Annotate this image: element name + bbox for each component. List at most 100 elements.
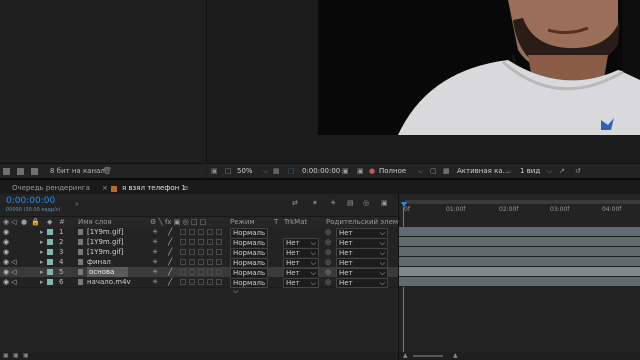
- frame-blending-icon[interactable]: ▤: [347, 199, 354, 207]
- expand-arrow-icon[interactable]: ▸: [40, 227, 44, 237]
- layer-duration-bar[interactable]: [399, 227, 640, 237]
- layer-duration-bar[interactable]: [399, 247, 640, 257]
- pickwhip-icon[interactable]: ◎: [325, 277, 331, 287]
- eye-icon[interactable]: ◉: [3, 227, 9, 237]
- quality-switch-icon[interactable]: ╱: [168, 237, 172, 247]
- eye-icon[interactable]: ◉: [3, 267, 9, 277]
- layer-name[interactable]: [1Y9m.gif]: [87, 247, 124, 257]
- reset-exposure-icon[interactable]: ↺: [575, 166, 581, 177]
- trkmat-dropdown[interactable]: Нет ⌵: [283, 278, 319, 288]
- quality-switch-icon[interactable]: ╱: [168, 257, 172, 267]
- eye-icon[interactable]: ◉: [3, 257, 9, 267]
- eye-icon[interactable]: ◉: [3, 247, 9, 257]
- label-color[interactable]: [47, 249, 53, 255]
- quality-switch-icon[interactable]: ╱: [168, 267, 172, 277]
- mode-header[interactable]: Режим: [230, 217, 255, 227]
- time-ruler[interactable]: 0f 01:00f 02:00f 03:00f 04:00f: [399, 206, 640, 216]
- draft-3d-icon[interactable]: ✶: [312, 199, 318, 207]
- 3d-switch[interactable]: [216, 229, 222, 235]
- expand-arrow-icon[interactable]: ▸: [40, 237, 44, 247]
- eye-icon[interactable]: ◉: [3, 237, 9, 247]
- work-area-bar[interactable]: [405, 200, 640, 204]
- 3d-switch[interactable]: [216, 259, 222, 265]
- label-color[interactable]: [47, 279, 53, 285]
- snapshot-icon[interactable]: ▣: [342, 166, 349, 177]
- shy-switch-icon[interactable]: ☀: [152, 227, 158, 237]
- layer-name-header[interactable]: Имя слоя: [78, 217, 112, 227]
- shy-switch-icon[interactable]: ☀: [152, 257, 158, 267]
- layer-switches-toggle-icon[interactable]: ▣: [3, 352, 9, 359]
- always-preview-icon[interactable]: ▣: [211, 166, 218, 177]
- tab-menu-icon[interactable]: ≡: [183, 183, 189, 194]
- zoom-slider-bar[interactable]: ▲ ▲: [399, 352, 640, 360]
- pickwhip-icon[interactable]: ◎: [325, 237, 331, 247]
- current-time-display[interactable]: 0:00:00:00: [6, 196, 55, 206]
- region-of-interest-icon[interactable]: ⬚: [288, 166, 295, 177]
- fx-switch[interactable]: [180, 279, 186, 285]
- camera-dropdown[interactable]: Активная ка...: [457, 166, 509, 177]
- expand-arrow-icon[interactable]: ▸: [40, 247, 44, 257]
- tab-composition[interactable]: я взял телефон 1: [122, 183, 186, 194]
- layer-duration-bar[interactable]: [399, 237, 640, 247]
- adjustment-switch[interactable]: [207, 229, 213, 235]
- trash-icon[interactable]: 🗑: [103, 166, 112, 177]
- grid-icon[interactable]: ▦: [273, 166, 280, 177]
- layer-duration-bar[interactable]: [399, 257, 640, 267]
- quality-switch-icon[interactable]: ╱: [168, 247, 172, 257]
- pickwhip-icon[interactable]: ◎: [325, 247, 331, 257]
- layer-name[interactable]: финал: [87, 257, 111, 267]
- 3d-switch[interactable]: [216, 249, 222, 255]
- layer-name[interactable]: основа: [87, 267, 129, 277]
- layer-duration-bar[interactable]: [399, 277, 640, 287]
- view-layout-dropdown[interactable]: 1 вид: [520, 166, 540, 177]
- label-color[interactable]: [47, 229, 53, 235]
- adjustment-switch[interactable]: [207, 249, 213, 255]
- shy-layers-icon[interactable]: ☀: [330, 199, 336, 207]
- new-folder-icon[interactable]: [17, 168, 24, 175]
- audio-icon[interactable]: ◁: [11, 257, 16, 267]
- resolution-dropdown[interactable]: Полное: [379, 166, 406, 177]
- motion-blur-switch[interactable]: [198, 269, 204, 275]
- motion-blur-switch[interactable]: [198, 279, 204, 285]
- layer-search[interactable]: ⌕: [70, 200, 250, 208]
- quality-switch-icon[interactable]: ╱: [168, 277, 172, 287]
- label-color[interactable]: [47, 269, 53, 275]
- expand-arrow-icon[interactable]: ▸: [40, 257, 44, 267]
- 3d-switch[interactable]: [216, 279, 222, 285]
- transfer-controls-toggle-icon[interactable]: ▣: [13, 352, 19, 359]
- 3d-switch[interactable]: [216, 239, 222, 245]
- layer-name[interactable]: начало.m4v: [87, 277, 131, 287]
- adjustment-switch[interactable]: [207, 269, 213, 275]
- quality-switch-icon[interactable]: ╱: [168, 227, 172, 237]
- new-composition-icon[interactable]: [31, 168, 38, 175]
- adjustment-switch[interactable]: [207, 259, 213, 265]
- shy-switch-icon[interactable]: ☀: [152, 237, 158, 247]
- blend-switch[interactable]: [189, 229, 195, 235]
- blend-switch[interactable]: [189, 249, 195, 255]
- color-channels-icon[interactable]: ●: [369, 166, 375, 177]
- viewer-timecode[interactable]: 0:00:00:00: [302, 166, 340, 177]
- pickwhip-icon[interactable]: ◎: [325, 257, 331, 267]
- layer-duration-bar[interactable]: [399, 267, 640, 277]
- motion-blur-icon[interactable]: ◎: [363, 199, 369, 207]
- blend-switch[interactable]: [189, 269, 195, 275]
- adjustment-switch[interactable]: [207, 279, 213, 285]
- fx-switch[interactable]: [180, 249, 186, 255]
- mask-visibility-icon[interactable]: □: [225, 166, 232, 177]
- expand-arrow-icon[interactable]: ▸: [40, 267, 44, 277]
- transparency-grid-icon[interactable]: ▦: [443, 166, 450, 177]
- zoom-in-icon[interactable]: ▲: [453, 352, 458, 359]
- adjustment-switch[interactable]: [207, 239, 213, 245]
- pickwhip-icon[interactable]: ◎: [325, 267, 331, 277]
- label-color[interactable]: [47, 259, 53, 265]
- audio-icon[interactable]: ◁: [11, 277, 16, 287]
- zoom-dropdown[interactable]: 50%: [237, 166, 253, 177]
- layer-name[interactable]: [1Y9m.gif]: [87, 227, 124, 237]
- interpret-footage-icon[interactable]: [3, 168, 10, 175]
- zoom-slider[interactable]: [413, 355, 443, 357]
- share-view-icon[interactable]: ↗: [559, 166, 565, 177]
- expand-arrow-icon[interactable]: ▸: [40, 277, 44, 287]
- shy-switch-icon[interactable]: ☀: [152, 267, 158, 277]
- search-input[interactable]: [84, 200, 244, 208]
- label-color[interactable]: [47, 239, 53, 245]
